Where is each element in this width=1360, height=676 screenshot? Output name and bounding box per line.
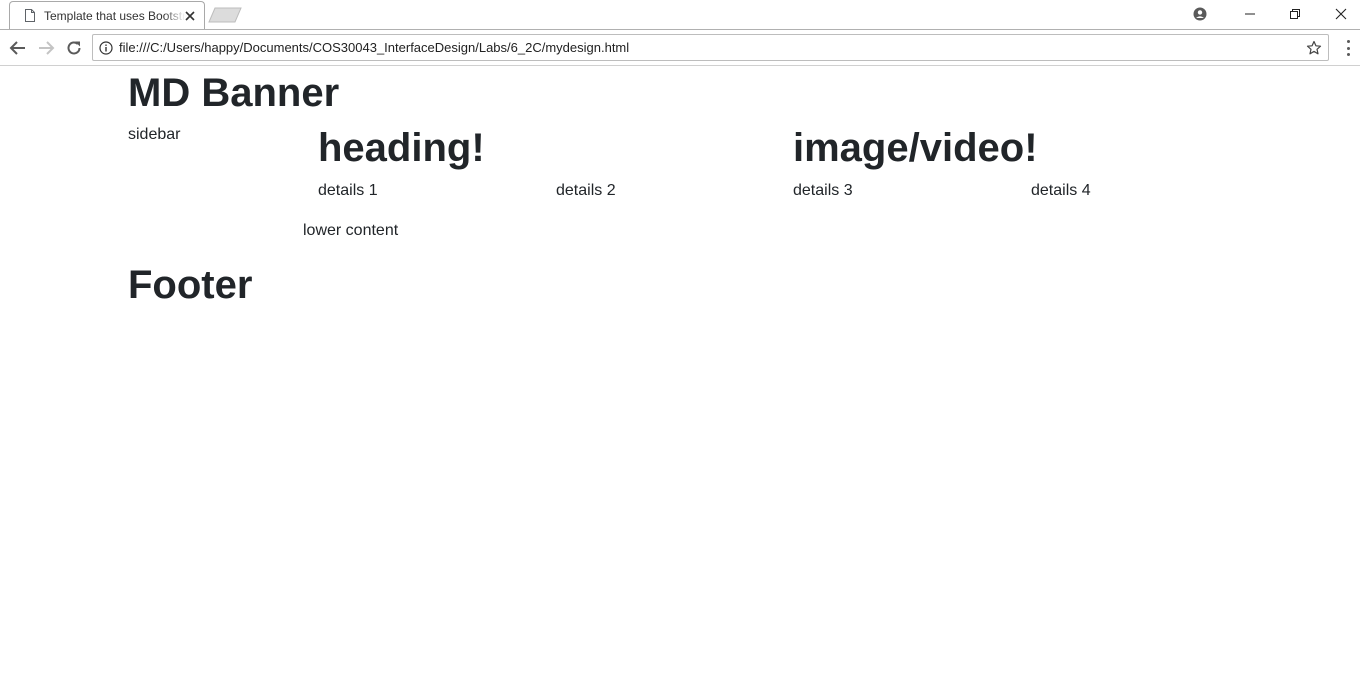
reload-glyph	[67, 41, 81, 55]
footer-heading: Footer	[128, 263, 253, 307]
window-close-icon[interactable]	[1318, 0, 1360, 28]
reload-icon[interactable]	[63, 37, 85, 59]
tab-strip: Template that uses Bootstrap	[0, 0, 1360, 29]
minimize-icon[interactable]	[1227, 0, 1273, 28]
details-4: details 4	[1031, 182, 1091, 199]
star-icon[interactable]	[1306, 40, 1322, 56]
account-icon-glyph	[1193, 7, 1207, 21]
details-2: details 2	[556, 182, 616, 199]
restore-glyph	[1290, 9, 1300, 19]
tab-title: Template that uses Bootstrap	[44, 9, 185, 23]
url-text: file:///C:/Users/happy/Documents/COS3004…	[119, 40, 630, 55]
details-1: details 1	[318, 182, 378, 199]
account-icon[interactable]	[1177, 0, 1223, 28]
minimize-glyph	[1245, 13, 1255, 15]
close-icon[interactable]	[183, 9, 197, 23]
details-3: details 3	[793, 182, 853, 199]
browser-toolbar: file:///C:/Users/happy/Documents/COS3004…	[0, 29, 1360, 66]
banner-heading: MD Banner	[128, 71, 340, 115]
media-heading: image/video!	[793, 126, 1038, 170]
browser-tab[interactable]: Template that uses Bootstrap	[9, 1, 205, 29]
sidebar: sidebar	[128, 126, 181, 143]
main-heading: heading!	[318, 126, 485, 170]
forward-icon[interactable]	[35, 37, 57, 59]
new-tab-icon[interactable]	[208, 7, 242, 23]
window-close-glyph	[1335, 8, 1347, 20]
restore-icon[interactable]	[1272, 0, 1318, 28]
document-icon	[25, 9, 35, 22]
info-icon[interactable]	[99, 41, 113, 55]
address-bar[interactable]: file:///C:/Users/happy/Documents/COS3004…	[92, 34, 1329, 61]
back-glyph	[9, 41, 25, 55]
lower-content: lower content	[303, 222, 399, 239]
back-icon[interactable]	[7, 37, 29, 59]
menu-icon[interactable]	[1340, 38, 1356, 58]
page-content: MD Banner sidebar heading! image/video! …	[0, 66, 1360, 676]
forward-glyph	[39, 41, 55, 55]
